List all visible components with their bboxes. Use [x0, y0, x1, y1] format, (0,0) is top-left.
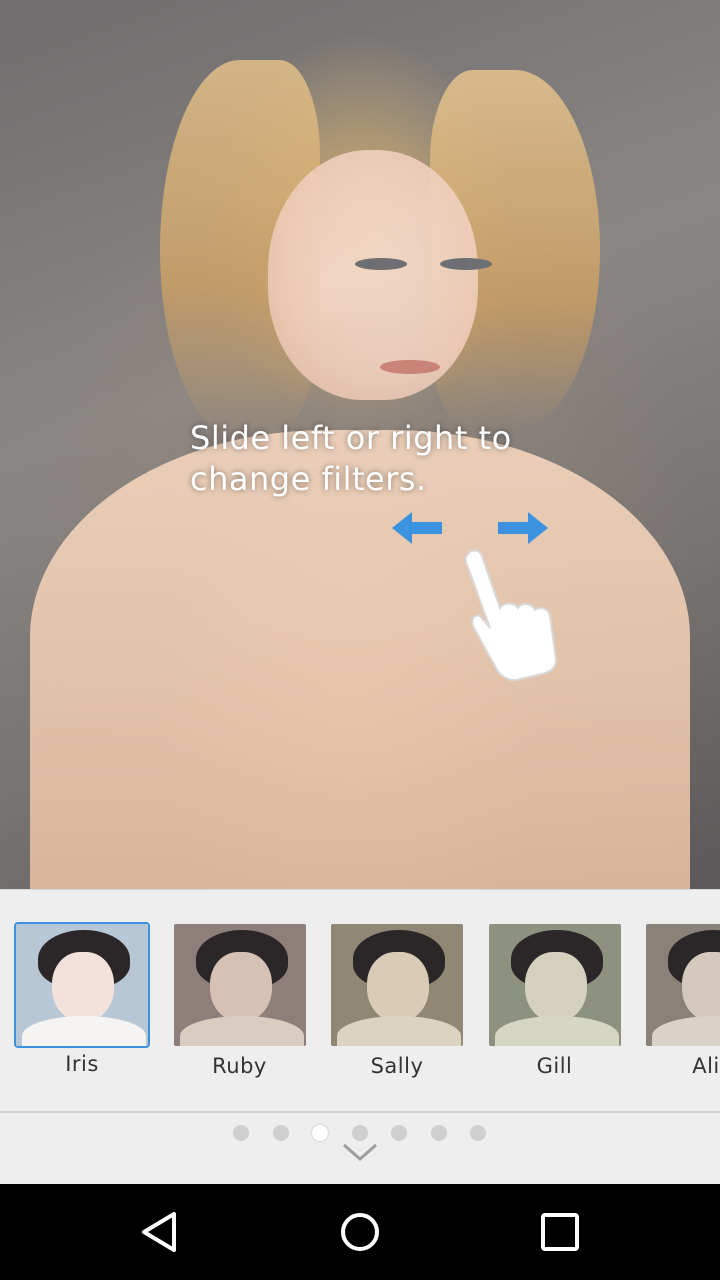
filter-thumbnail[interactable] — [487, 922, 623, 1048]
filter-thumbnail[interactable] — [329, 922, 465, 1048]
swipe-hint-text: Slide left or right to change filters. — [190, 419, 512, 498]
filter-item-iris[interactable]: Iris — [14, 922, 150, 1076]
filter-item-alic[interactable]: Alic — [644, 922, 720, 1078]
page-dot[interactable] — [272, 1125, 289, 1141]
filter-label: Sally — [370, 1054, 424, 1078]
thumbnail-shirt — [179, 1016, 304, 1046]
filter-item-ruby[interactable]: Ruby — [172, 922, 308, 1078]
filter-thumbnail[interactable] — [644, 922, 720, 1048]
arrow-right-icon — [498, 512, 548, 544]
filter-thumbnail[interactable] — [14, 922, 150, 1048]
chevron-down-icon[interactable] — [340, 1141, 380, 1163]
filter-strip[interactable]: Iris Ruby Sally Gill Alic — [0, 889, 720, 1113]
page-dot[interactable] — [351, 1125, 368, 1141]
filter-label: Iris — [65, 1052, 99, 1076]
page-dot[interactable] — [233, 1125, 249, 1141]
page-dot[interactable] — [430, 1125, 447, 1141]
swipe-hand-icon — [464, 549, 558, 682]
page-dot[interactable] — [312, 1125, 328, 1141]
pager — [0, 1113, 720, 1184]
thumbnail-shirt — [22, 1016, 146, 1046]
home-circle-icon[interactable] — [330, 1202, 390, 1262]
filter-label: Ruby — [212, 1054, 267, 1078]
thumbnail-face — [209, 952, 272, 1022]
filter-thumbnail[interactable] — [172, 922, 308, 1048]
photo-eye-right — [440, 258, 492, 270]
filter-item-gill[interactable]: Gill — [487, 922, 623, 1078]
navigation-bar — [0, 1184, 720, 1280]
photo-eye-left — [355, 258, 407, 270]
thumbnail-face — [52, 952, 114, 1022]
back-triangle-icon[interactable] — [130, 1202, 190, 1262]
filter-label: Alic — [692, 1054, 720, 1078]
page-dot[interactable] — [391, 1125, 407, 1141]
photo-mouth — [380, 360, 440, 374]
recents-square-icon[interactable] — [530, 1202, 590, 1262]
photo-preview[interactable]: Slide left or right to change filters. — [0, 0, 720, 890]
page-dot[interactable] — [470, 1125, 486, 1141]
filter-label: Gill — [536, 1054, 573, 1078]
thumbnail-shirt — [337, 1016, 461, 1046]
thumbnail-face — [367, 952, 429, 1022]
arrow-left-icon — [392, 512, 442, 544]
thumbnail-face — [524, 952, 587, 1022]
filter-item-sally[interactable]: Sally — [329, 922, 465, 1078]
thumbnail-shirt — [494, 1016, 619, 1046]
photo-face — [268, 150, 478, 400]
